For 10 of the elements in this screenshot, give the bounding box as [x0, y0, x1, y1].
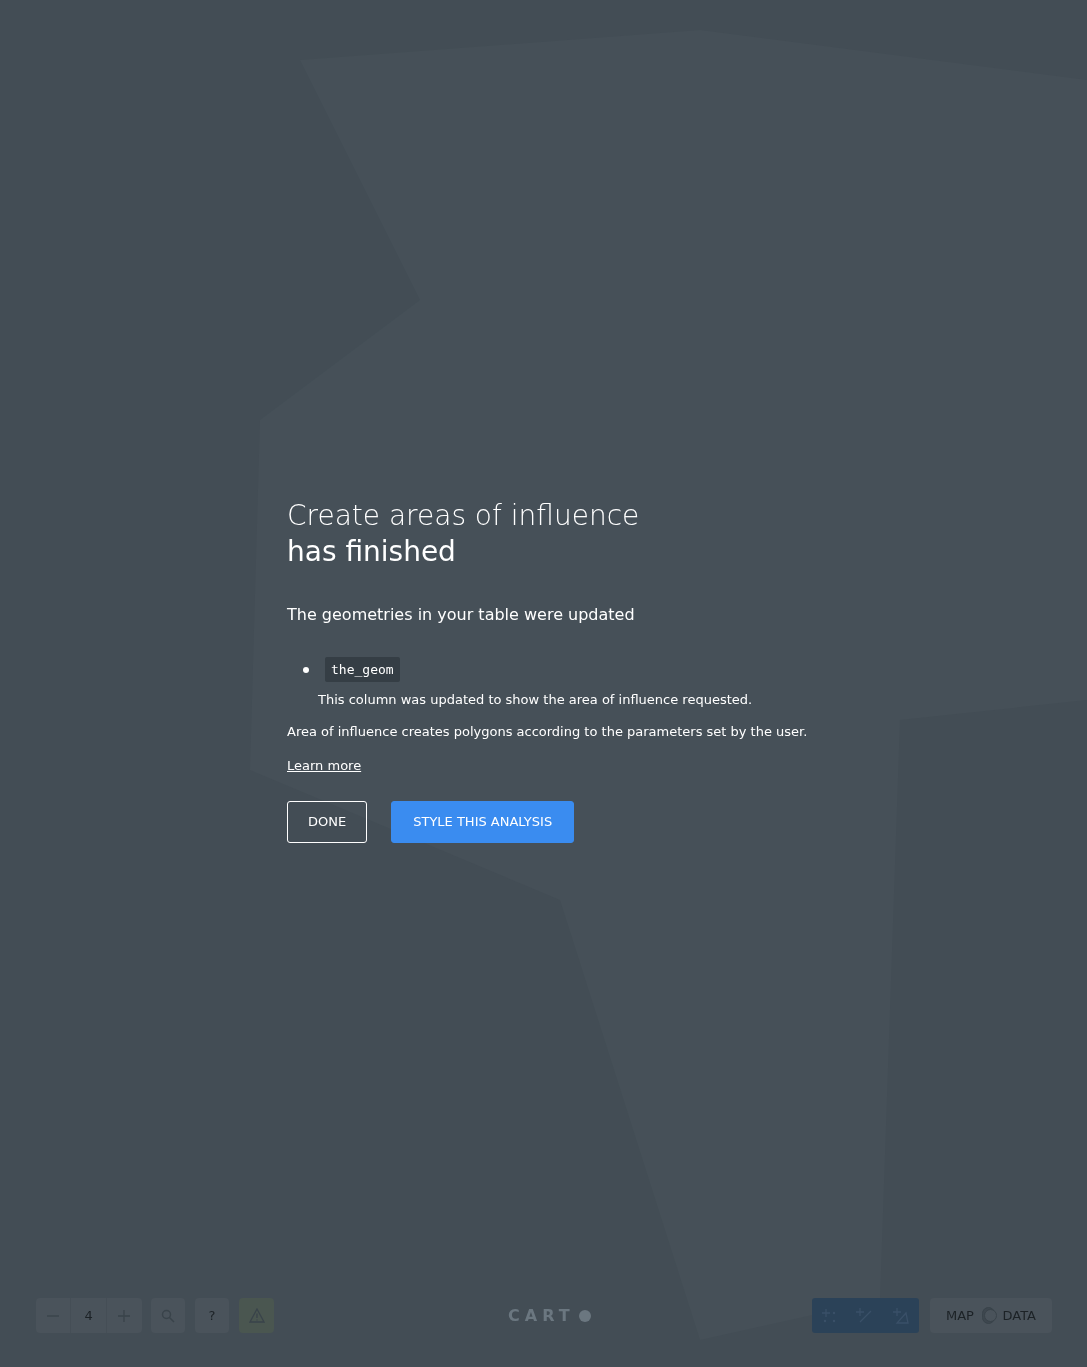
- logo-dot-icon: [578, 1310, 591, 1322]
- dialog-message: The geometries in your table were updated: [287, 603, 636, 626]
- done-button[interactable]: DONE: [287, 801, 368, 843]
- dialog-subtitle: has finished: [287, 534, 457, 571]
- learn-more-link[interactable]: Learn more: [287, 758, 362, 774]
- bullet-icon: [303, 666, 309, 673]
- dialog-note: Area of influence creates polygons according to the parameters set by the user.: [287, 722, 809, 741]
- column-name: the_geom: [325, 656, 400, 683]
- dialog-title: Create areas of influence: [287, 498, 641, 534]
- column-description: This column was updated to show the area of influence requested.: [318, 691, 754, 710]
